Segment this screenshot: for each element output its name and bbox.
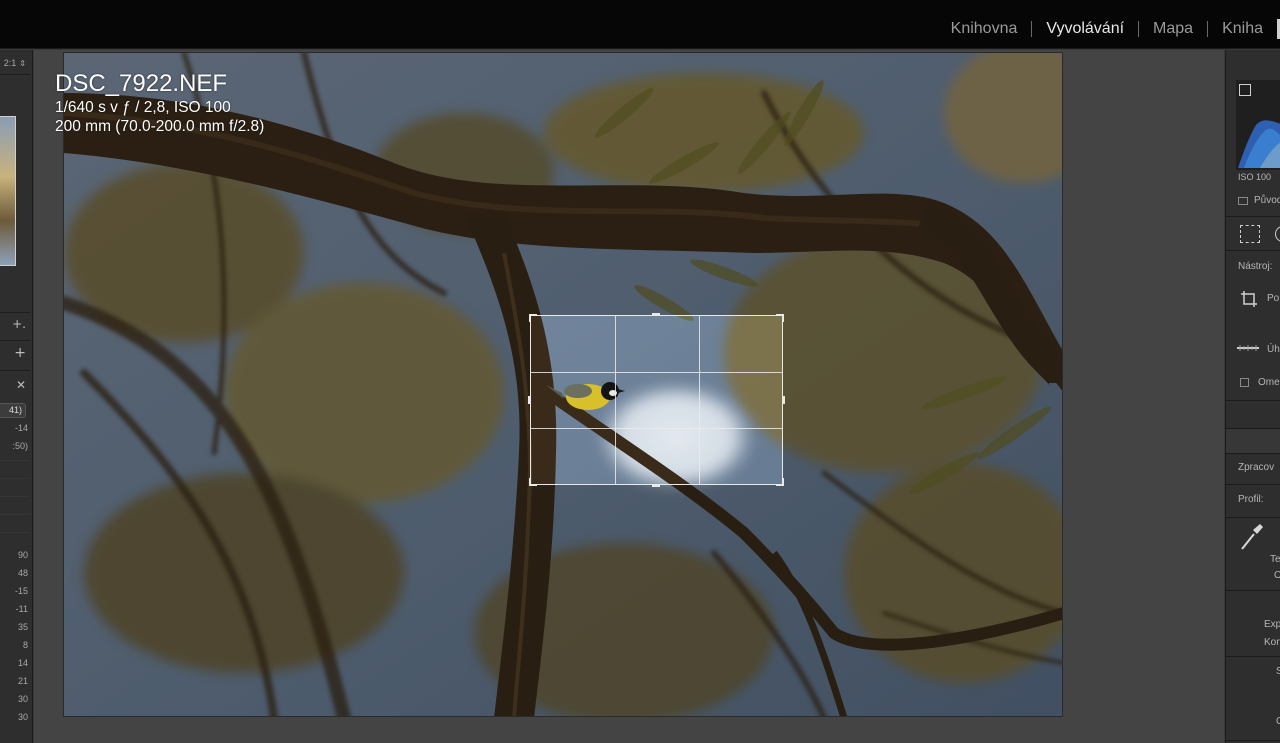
divider — [1226, 453, 1280, 454]
photo-lens: 200 mm (70.0-200.0 mm f/2.8) — [55, 118, 265, 135]
history-value[interactable]: 35 — [18, 622, 28, 632]
divider — [1226, 216, 1280, 217]
navigator-zoom[interactable]: 2:1 ⇕ — [0, 54, 30, 72]
white-balance-eyedropper-icon[interactable] — [1238, 522, 1264, 552]
constrain-checkbox[interactable] — [1240, 378, 1249, 387]
crop-grid-line — [615, 316, 616, 484]
history-value[interactable]: :50) — [12, 441, 28, 451]
crop-handle-top-left[interactable] — [529, 314, 537, 322]
image-canvas: DSC_7922.NEF 1/640 s v ƒ / 2,8, ISO 100 … — [34, 50, 1224, 743]
processing-label: Zpracov — [1238, 462, 1275, 473]
zoom-stepper-icon: ⇕ — [19, 59, 26, 68]
slider-label-s: S — [1276, 666, 1280, 677]
panel-gap — [1226, 429, 1280, 453]
angle-label: Úh — [1267, 344, 1280, 355]
straighten-tool-icon[interactable] — [1236, 340, 1260, 356]
crop-tool-label: Po — [1267, 293, 1280, 304]
crop-grid-line — [699, 316, 700, 484]
divider — [0, 478, 30, 479]
module-book[interactable]: Kniha — [1208, 19, 1277, 39]
contrast-label: Kon — [1264, 637, 1280, 648]
divider — [0, 496, 30, 497]
divider — [0, 514, 30, 515]
navigator-thumbnail[interactable] — [0, 116, 16, 266]
profile-label: Profil: — [1238, 494, 1264, 505]
crop-tool-icon[interactable] — [1240, 225, 1260, 243]
divider — [0, 370, 30, 371]
spot-removal-icon[interactable] — [1275, 226, 1280, 242]
history-value[interactable]: -14 — [15, 423, 28, 433]
module-bar: Knihovna Vyvolávání Mapa Kniha — [0, 0, 1280, 49]
divider — [1226, 590, 1280, 591]
tool-label: Nástroj: — [1238, 261, 1273, 272]
zoom-label: 2:1 — [3, 58, 17, 68]
crop-handle-bottom[interactable] — [652, 484, 660, 487]
module-map[interactable]: Mapa — [1139, 19, 1207, 39]
history-value[interactable]: 21 — [18, 676, 28, 686]
history-value[interactable]: 90 — [18, 550, 28, 560]
crop-handle-bottom-right[interactable] — [776, 478, 784, 486]
module-library[interactable]: Knihovna — [937, 19, 1032, 39]
crop-handle-right[interactable] — [782, 396, 785, 404]
slider-label-c: C — [1276, 716, 1280, 727]
photo-info-overlay: DSC_7922.NEF 1/640 s v ƒ / 2,8, ISO 100 … — [55, 70, 264, 136]
history-value[interactable]: 30 — [18, 712, 28, 722]
crop-grid-line — [531, 428, 782, 429]
wb-temp-label: Te — [1270, 554, 1280, 565]
module-develop[interactable]: Vyvolávání — [1032, 19, 1138, 39]
right-panel: ISO 100 Původ Nástroj: Po Úh Ome Zpracov… — [1225, 50, 1280, 743]
module-picker: Knihovna Vyvolávání Mapa Kniha — [937, 18, 1280, 40]
left-panel: 2:1 ⇕ +. + ✕ 41) -14 :50) 90 48 -15 -11 3… — [0, 50, 33, 743]
add-snapshot-icon[interactable]: +. — [12, 317, 26, 331]
divider — [0, 532, 30, 533]
history-value[interactable]: 8 — [23, 640, 28, 650]
history-value[interactable]: 14 — [18, 658, 28, 668]
photo-filename: DSC_7922.NEF — [55, 70, 228, 97]
crop-handle-top-right[interactable] — [776, 314, 784, 322]
history-value[interactable]: -15 — [15, 586, 28, 596]
crop-handle-top[interactable] — [652, 313, 660, 316]
divider — [1226, 484, 1280, 485]
divider — [1226, 656, 1280, 657]
original-checkbox[interactable] — [1238, 197, 1248, 205]
histogram-graph — [1238, 120, 1280, 168]
crop-frame-tool-icon[interactable] — [1240, 290, 1258, 308]
histogram-iso: ISO 100 — [1238, 172, 1272, 182]
crop-handle-bottom-left[interactable] — [529, 478, 537, 486]
history-value[interactable]: -11 — [16, 604, 28, 614]
history-item-active[interactable]: 41) — [0, 403, 26, 418]
divider — [1226, 250, 1280, 251]
close-icon[interactable]: ✕ — [16, 378, 26, 392]
photo-preview[interactable] — [63, 52, 1063, 717]
divider — [1226, 740, 1280, 741]
divider — [0, 340, 30, 341]
crop-frame[interactable] — [528, 313, 785, 487]
add-preset-icon[interactable]: + — [14, 345, 26, 361]
divider — [1226, 400, 1280, 401]
divider — [1226, 517, 1280, 518]
history-value[interactable]: 30 — [18, 694, 28, 704]
divider — [0, 312, 30, 313]
constrain-label: Ome — [1258, 377, 1280, 388]
photo-exposure: 1/640 s v ƒ / 2,8, ISO 100 — [55, 99, 231, 116]
exposure-label: Exp — [1264, 619, 1280, 630]
crop-handle-left[interactable] — [528, 396, 531, 404]
wb-tint-label: O — [1274, 570, 1280, 581]
divider — [0, 74, 30, 75]
divider — [0, 460, 30, 461]
histogram — [1236, 80, 1280, 170]
original-label: Původ — [1254, 195, 1280, 206]
history-value[interactable]: 48 — [18, 568, 28, 578]
crop-grid-line — [531, 372, 782, 373]
